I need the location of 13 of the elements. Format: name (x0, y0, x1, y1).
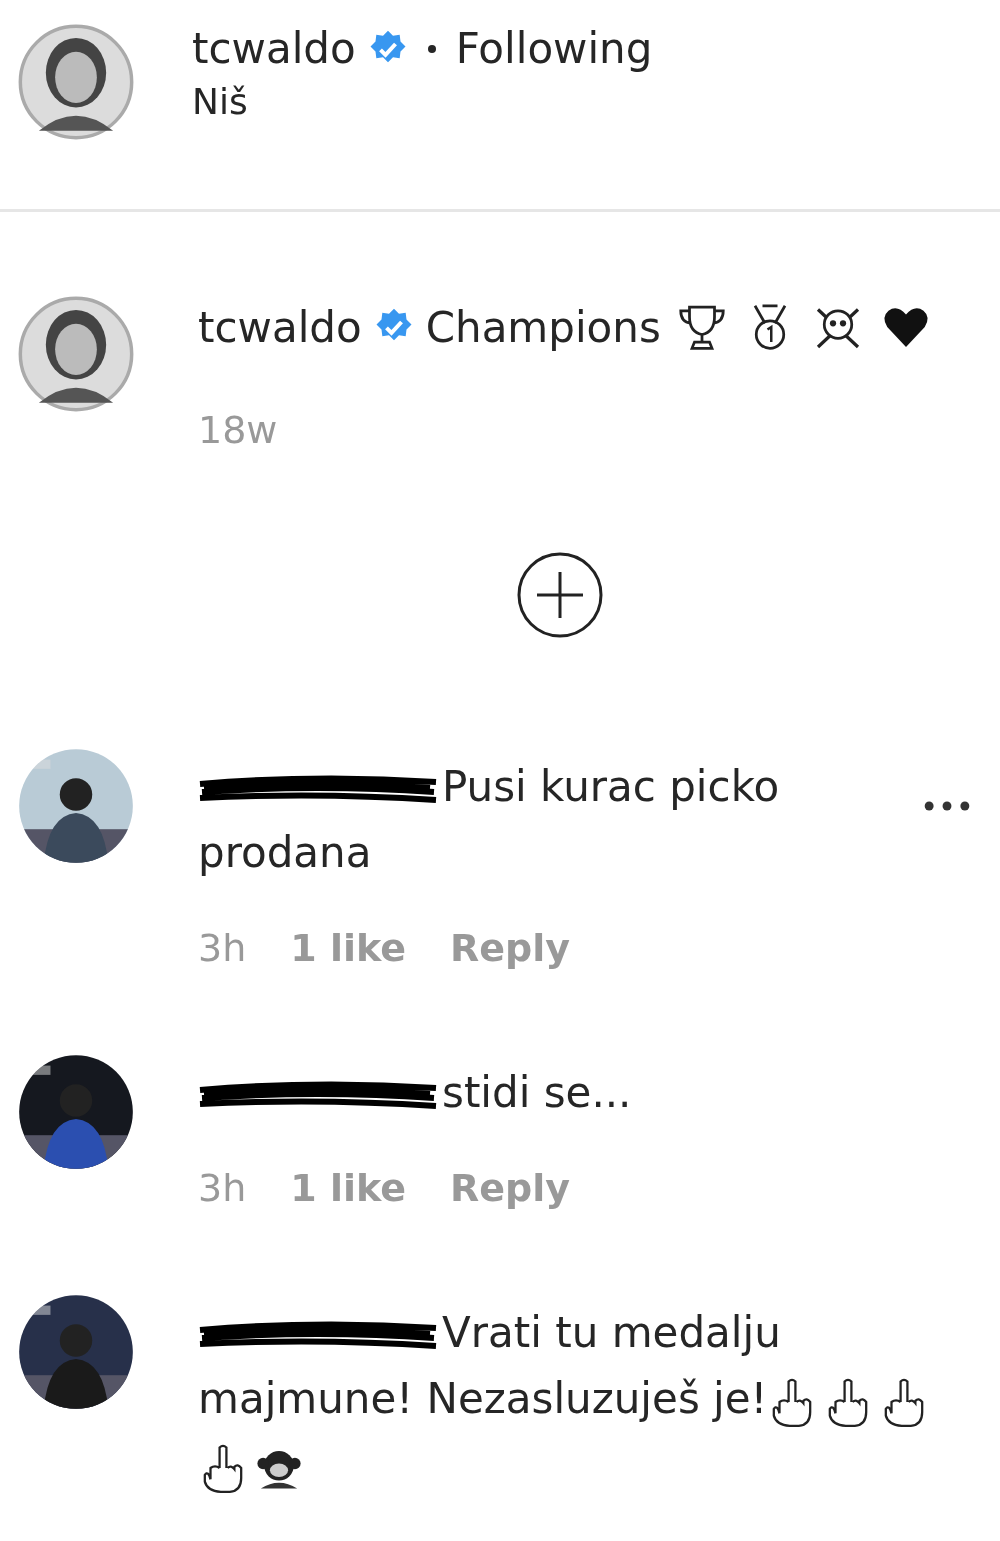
timestamp: 3h (198, 1166, 247, 1210)
following-button[interactable]: Following (455, 24, 653, 73)
comment-text: Pusi kurac picko prodana (198, 762, 780, 877)
username[interactable]: tcwaldo (198, 302, 362, 352)
username[interactable]: tcwaldo (192, 24, 356, 73)
comment-text: stidi se... (442, 1068, 632, 1117)
load-more-icon[interactable] (517, 552, 603, 638)
timestamp: 3h (198, 926, 247, 970)
separator-dot (427, 44, 436, 53)
timestamp: 18w (198, 408, 278, 452)
caption-text: Champions (425, 302, 661, 352)
comment-text: Vrati tu medalju majmune! Nezasluzuješ je! (198, 1308, 781, 1423)
location-link[interactable]: Niš (192, 81, 653, 122)
